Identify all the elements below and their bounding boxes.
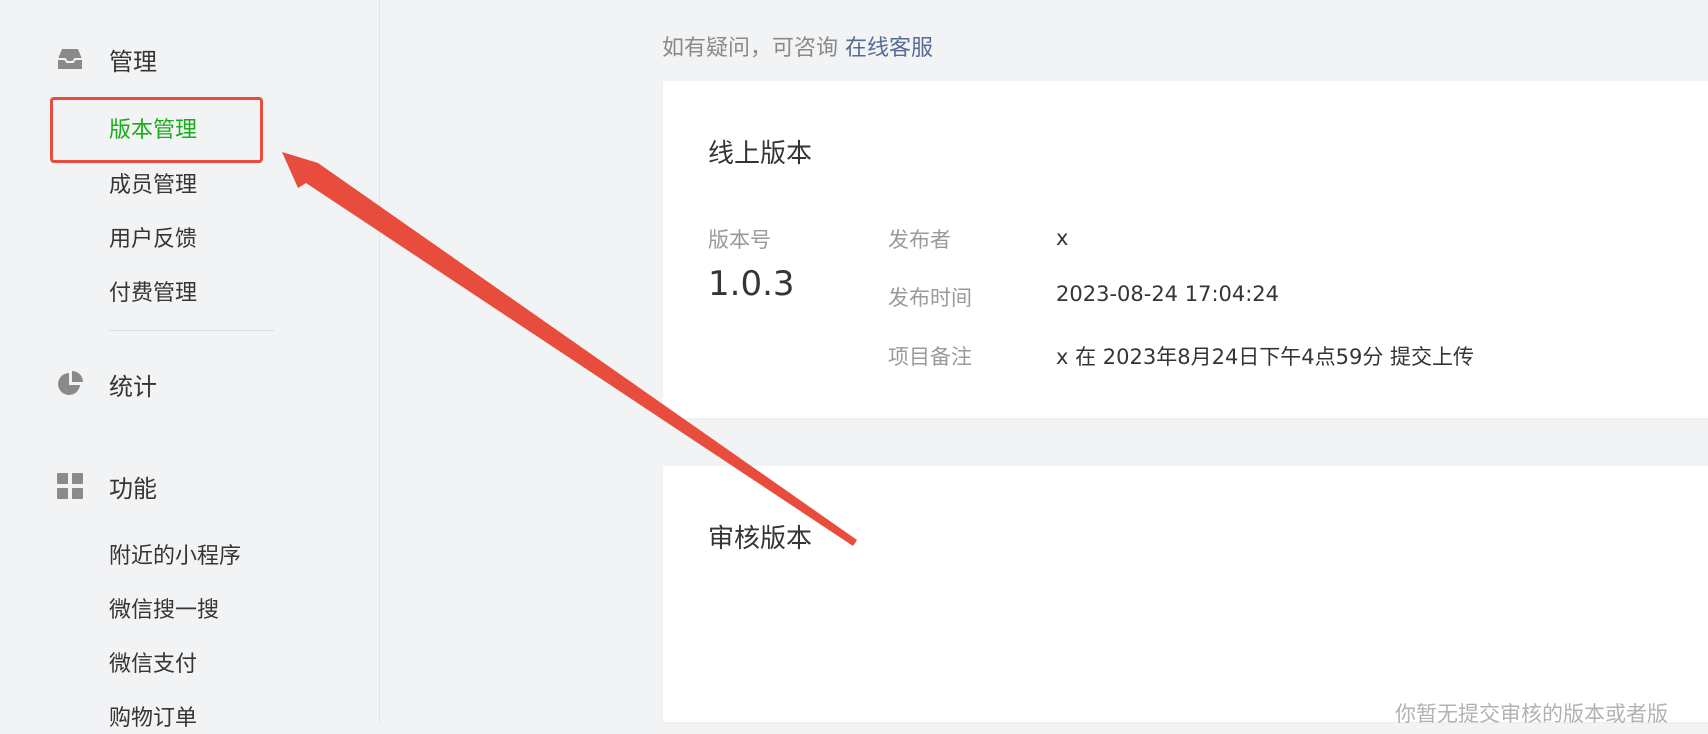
- publish-time-value: 2023-08-24 17:04:24: [1056, 282, 1280, 306]
- review-version-card: 审核版本 你暂无提交审核的版本或者版: [663, 466, 1708, 726]
- review-empty-tip: 你暂无提交审核的版本或者版: [1395, 702, 1668, 726]
- section-statistics[interactable]: 统计: [55, 364, 157, 404]
- online-version-card: 线上版本 版本号 1.0.3 发布者 x 发布时间 2023-08-24 17:…: [663, 81, 1708, 418]
- publisher-value: x: [1056, 226, 1069, 250]
- sidebar-item-nearby-miniprogram[interactable]: 附近的小程序: [109, 542, 241, 572]
- sidebar-divider: [109, 330, 274, 331]
- version-number-value: 1.0.3: [708, 264, 795, 304]
- publisher-label: 发布者: [888, 228, 951, 252]
- sidebar-item-user-feedback[interactable]: 用户反馈: [109, 225, 197, 255]
- help-notice-text: 如有疑问，可咨询: [662, 36, 839, 61]
- version-number-label: 版本号: [708, 228, 771, 252]
- publish-time-label: 发布时间: [888, 286, 972, 310]
- sidebar-item-payment-manage[interactable]: 付费管理: [109, 279, 197, 309]
- sidebar-item-member-manage[interactable]: 成员管理: [109, 171, 197, 201]
- sidebar: 管理 版本管理 成员管理 用户反馈 付费管理 统计 功能 附近的小程序 微信搜一…: [0, 0, 380, 731]
- inbox-icon: [55, 44, 85, 74]
- sidebar-item-shopping-orders[interactable]: 购物订单: [109, 704, 197, 734]
- grid-icon: [55, 471, 85, 501]
- section-manage-label: 管理: [109, 47, 157, 76]
- review-version-title: 审核版本: [708, 524, 813, 554]
- pie-chart-icon: [55, 369, 85, 399]
- online-service-link[interactable]: 在线客服: [845, 36, 933, 61]
- section-features[interactable]: 功能: [55, 466, 157, 506]
- online-version-title: 线上版本: [708, 139, 813, 169]
- section-manage[interactable]: 管理: [55, 39, 157, 79]
- sidebar-item-wechat-search[interactable]: 微信搜一搜: [109, 596, 219, 626]
- project-note-label: 项目备注: [888, 345, 972, 369]
- project-note-value: x 在 2023年8月24日下午4点59分 提交上传: [1056, 345, 1475, 369]
- help-notice: 如有疑问，可咨询 在线客服: [662, 30, 933, 62]
- section-features-label: 功能: [109, 474, 157, 503]
- sidebar-item-version-manage[interactable]: 版本管理: [109, 116, 197, 146]
- sidebar-item-wechat-pay[interactable]: 微信支付: [109, 650, 197, 680]
- section-statistics-label: 统计: [109, 372, 157, 401]
